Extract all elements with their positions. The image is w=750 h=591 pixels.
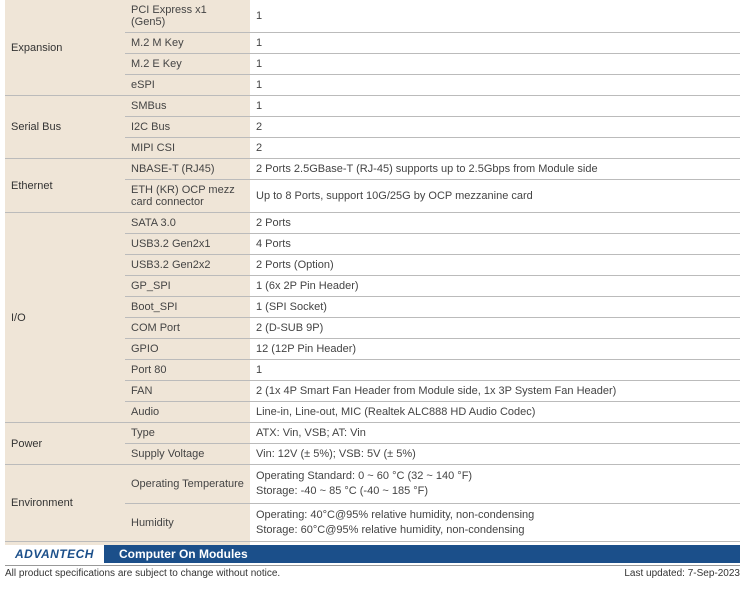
value-cell: 1 xyxy=(250,33,740,54)
label-cell: Operating Temperature xyxy=(125,465,250,504)
last-updated-text: Last updated: 7-Sep-2023 xyxy=(624,568,740,579)
table-row: I/OSATA 3.02 Ports xyxy=(5,213,740,234)
value-cell: 1 (6x 2P Pin Header) xyxy=(250,276,740,297)
label-cell: FAN xyxy=(125,381,250,402)
value-cell: 1 (SPI Socket) xyxy=(250,297,740,318)
brand-logo: ADVANTECH xyxy=(5,545,104,563)
label-cell: M.2 E Key xyxy=(125,54,250,75)
label-cell: Port 80 xyxy=(125,360,250,381)
value-cell: 2 (1x 4P Smart Fan Header from Module si… xyxy=(250,381,740,402)
label-cell: Boot_SPI xyxy=(125,297,250,318)
category-cell: I/O xyxy=(5,213,125,423)
value-cell: 4 Ports xyxy=(250,234,740,255)
footer-section: Computer On Modules xyxy=(119,547,248,561)
value-cell: ATX: Vin, VSB; AT: Vin xyxy=(250,423,740,444)
label-cell: M.2 M Key xyxy=(125,33,250,54)
value-cell: 2 xyxy=(250,117,740,138)
table-row: ExpansionPCI Express x1 (Gen5)1 xyxy=(5,0,740,33)
label-cell: COM Port xyxy=(125,318,250,339)
category-cell: Ethernet xyxy=(5,159,125,213)
table-row: Serial BusSMBus1 xyxy=(5,96,740,117)
table-row: EnvironmentOperating TemperatureOperatin… xyxy=(5,465,740,504)
value-cell: Line-in, Line-out, MIC (Realtek ALC888 H… xyxy=(250,402,740,423)
value-cell: 2 Ports 2.5GBase-T (RJ-45) supports up t… xyxy=(250,159,740,180)
category-cell: Serial Bus xyxy=(5,96,125,159)
table-row: EthernetNBASE-T (RJ45)2 Ports 2.5GBase-T… xyxy=(5,159,740,180)
value-cell: 2 Ports (Option) xyxy=(250,255,740,276)
disclaimer-text: All product specifications are subject t… xyxy=(5,568,280,579)
label-cell: NBASE-T (RJ45) xyxy=(125,159,250,180)
category-cell: Environment xyxy=(5,465,125,542)
label-cell: Supply Voltage xyxy=(125,444,250,465)
label-cell: SATA 3.0 xyxy=(125,213,250,234)
label-cell: ETH (KR) OCP mezz card connector xyxy=(125,180,250,213)
label-cell: MIPI CSI xyxy=(125,138,250,159)
value-cell: 2 xyxy=(250,138,740,159)
label-cell: eSPI xyxy=(125,75,250,96)
label-cell: Humidity xyxy=(125,503,250,542)
label-cell: SMBus xyxy=(125,96,250,117)
label-cell: USB3.2 Gen2x1 xyxy=(125,234,250,255)
label-cell: Type xyxy=(125,423,250,444)
value-cell: 1 xyxy=(250,360,740,381)
label-cell: I2C Bus xyxy=(125,117,250,138)
value-cell: Operating Standard: 0 ~ 60 °C (32 ~ 140 … xyxy=(250,465,740,504)
value-cell: Vin: 12V (± 5%); VSB: 5V (± 5%) xyxy=(250,444,740,465)
spec-table: ExpansionPCI Express x1 (Gen5)1M.2 M Key… xyxy=(5,0,740,563)
value-cell: 1 xyxy=(250,54,740,75)
label-cell: GP_SPI xyxy=(125,276,250,297)
table-row: PowerTypeATX: Vin, VSB; AT: Vin xyxy=(5,423,740,444)
label-cell: Audio xyxy=(125,402,250,423)
footer-bar: ADVANTECH Computer On Modules xyxy=(5,545,740,563)
value-cell: Operating: 40°C@95% relative humidity, n… xyxy=(250,503,740,542)
category-cell: Expansion xyxy=(5,0,125,96)
value-cell: 2 (D-SUB 9P) xyxy=(250,318,740,339)
value-cell: 1 xyxy=(250,0,740,33)
label-cell: GPIO xyxy=(125,339,250,360)
value-cell: 1 xyxy=(250,75,740,96)
footer-line: All product specifications are subject t… xyxy=(5,565,740,579)
label-cell: PCI Express x1 (Gen5) xyxy=(125,0,250,33)
label-cell: USB3.2 Gen2x2 xyxy=(125,255,250,276)
value-cell: 1 xyxy=(250,96,740,117)
value-cell: Up to 8 Ports, support 10G/25G by OCP me… xyxy=(250,180,740,213)
value-cell: 2 Ports xyxy=(250,213,740,234)
value-cell: 12 (12P Pin Header) xyxy=(250,339,740,360)
category-cell: Power xyxy=(5,423,125,465)
